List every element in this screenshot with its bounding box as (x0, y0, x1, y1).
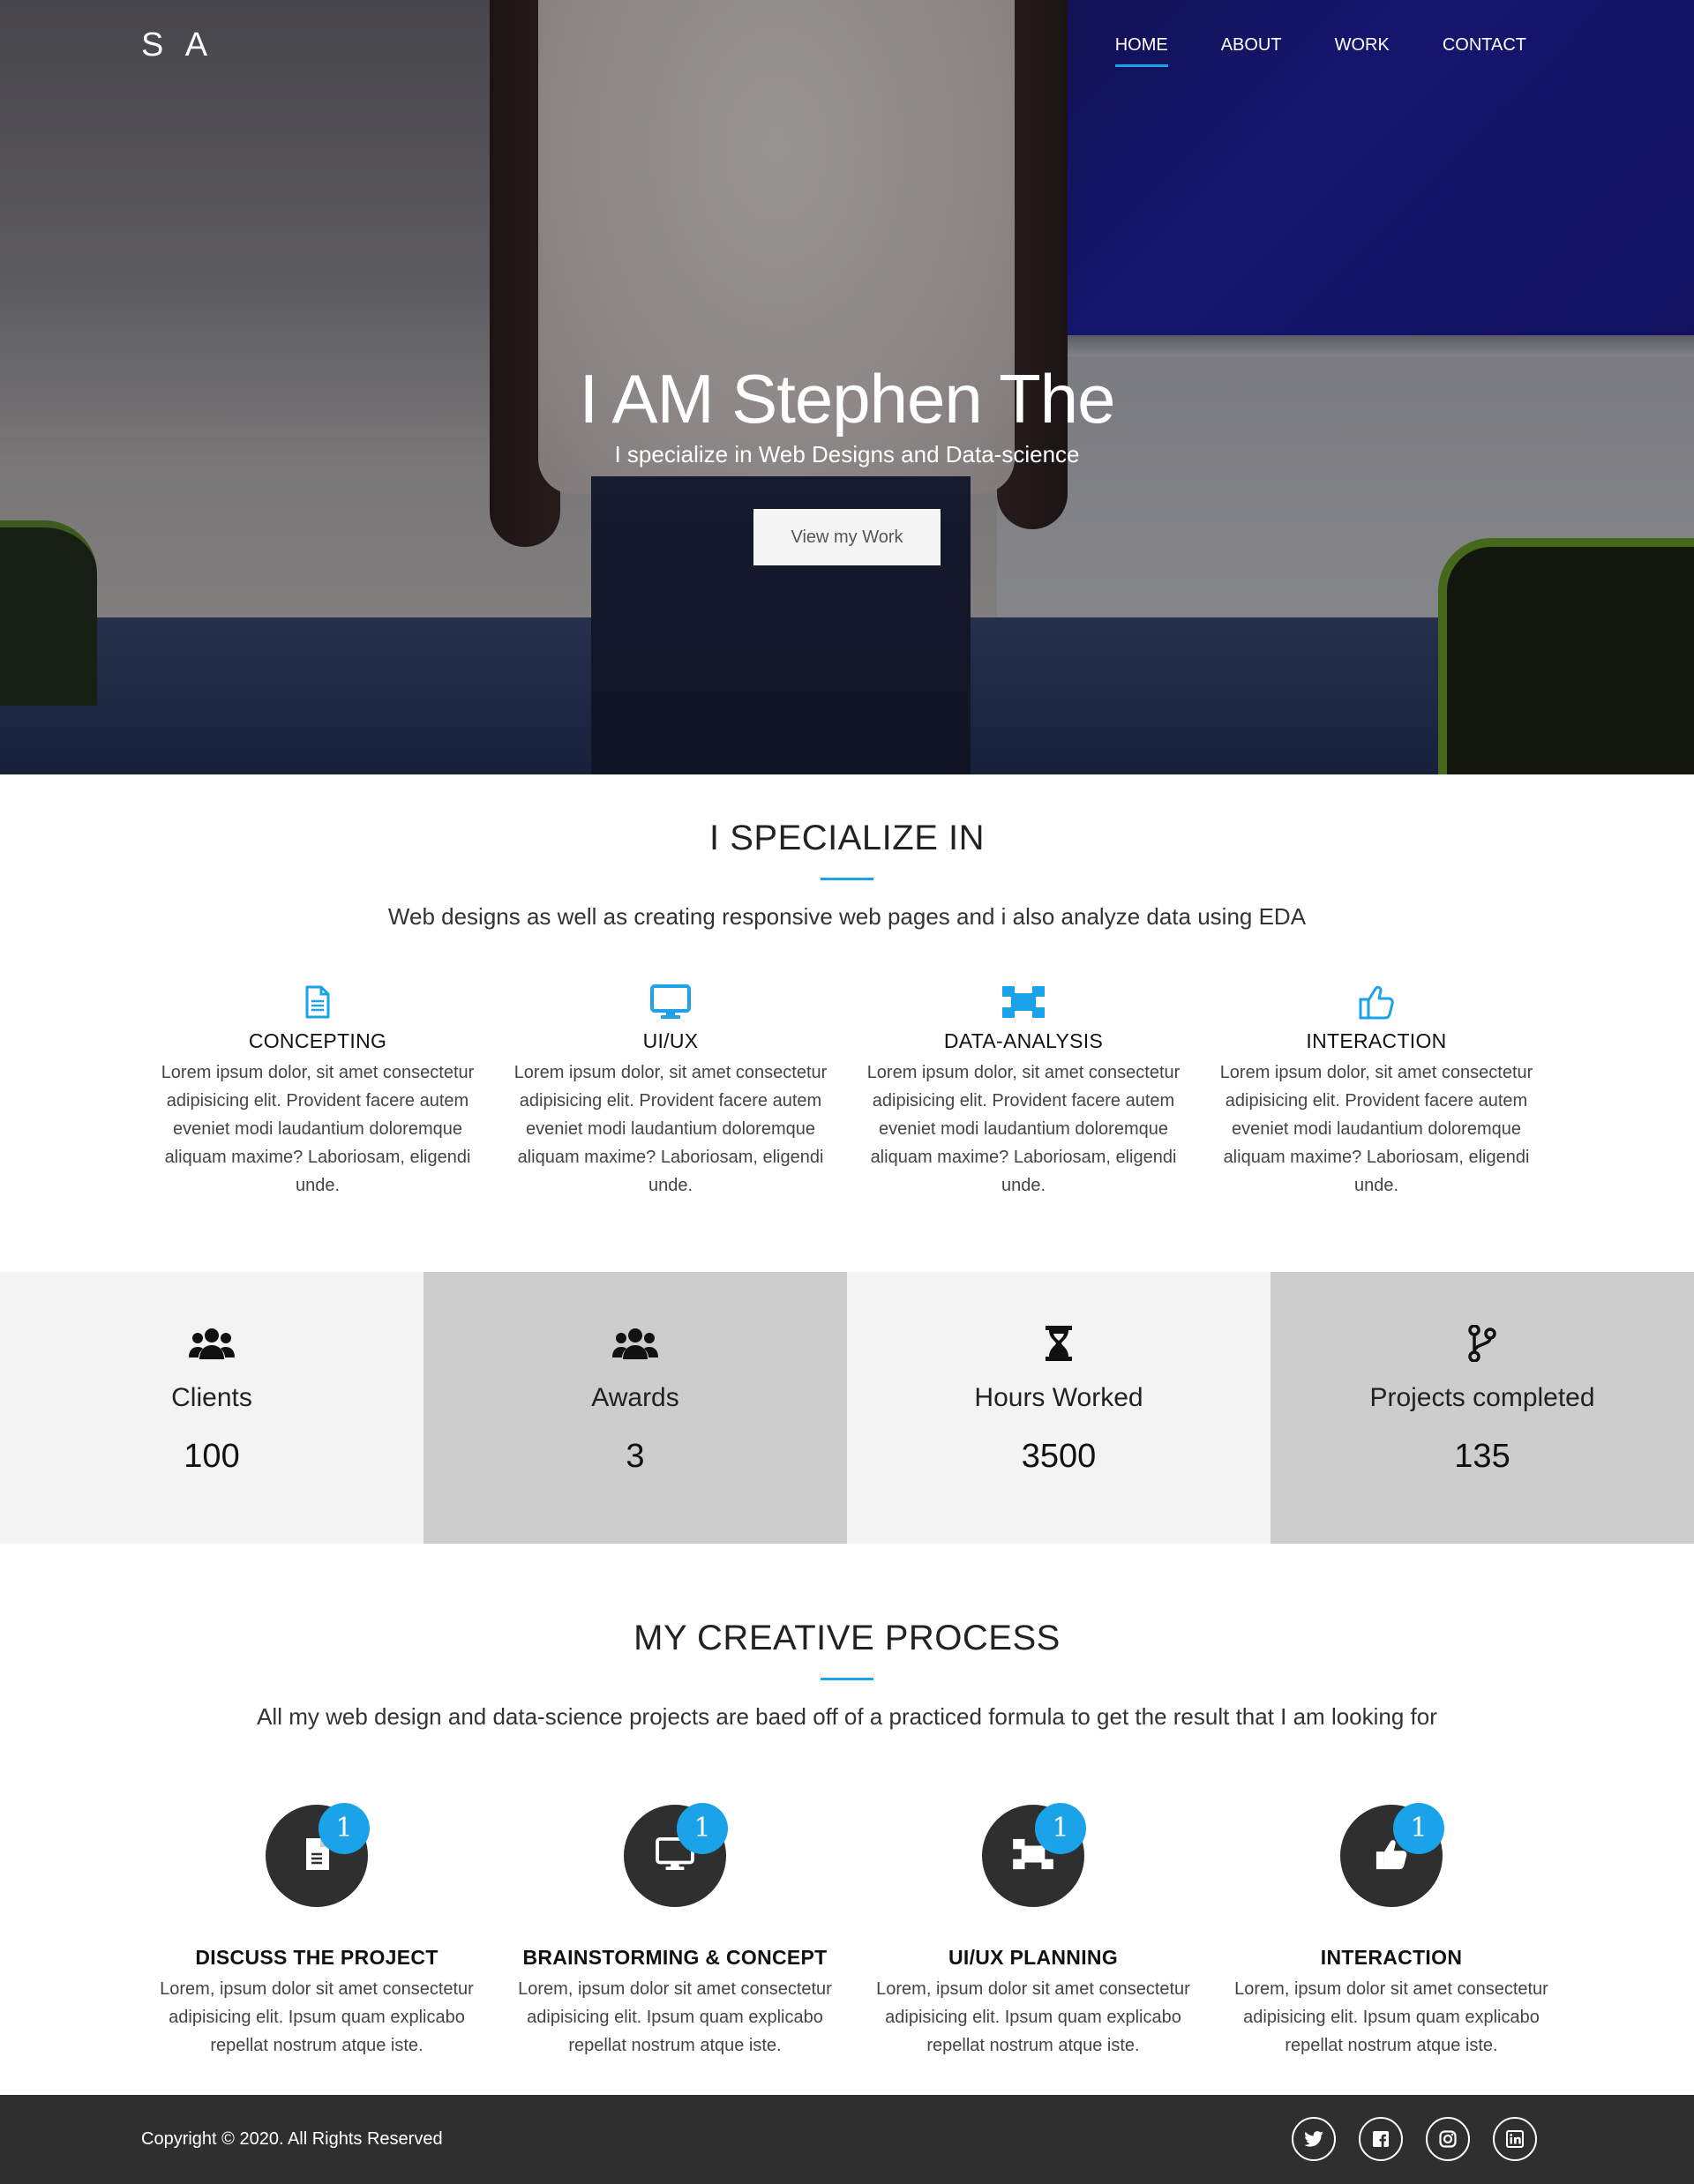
process-icon-circle: 1 (982, 1803, 1086, 1907)
step-badge: 1 (677, 1803, 728, 1854)
top-nav: S A HOME ABOUT WORK CONTACT (0, 0, 1694, 97)
stat-value: 135 (1454, 1438, 1510, 1475)
process-step-desc: Lorem, ipsum dolor sit amet consectetur … (160, 1979, 474, 2055)
title-divider (821, 1678, 873, 1680)
stat-awards: Awards 3 (424, 1272, 847, 1544)
section-title: I SPECIALIZE IN (708, 819, 986, 857)
stat-clients: Clients 100 (0, 1272, 424, 1544)
users-icon (0, 1323, 424, 1364)
section-subtitle: All my web design and data-science proje… (257, 1703, 1437, 1730)
specialize-item: DATA-ANALYSIS Lorem ipsum dolor, sit ame… (847, 982, 1200, 1200)
specialize-item-desc: Lorem ipsum dolor, sit amet consectetur … (1219, 1063, 1533, 1195)
specialize-grid: CONCEPTING Lorem ipsum dolor, sit amet c… (141, 982, 1553, 1200)
nav-item-about[interactable]: ABOUT (1221, 35, 1282, 67)
step-badge: 1 (1393, 1803, 1444, 1854)
process-icon-circle: 1 (266, 1803, 370, 1907)
process-step-desc: Lorem, ipsum dolor sit amet consectetur … (876, 1979, 1190, 2055)
specialize-item-desc: Lorem ipsum dolor, sit amet consectetur … (161, 1063, 475, 1195)
specialize-item-title: DATA-ANALYSIS (943, 1029, 1104, 1052)
file-icon (141, 982, 494, 1022)
process-step-desc: Lorem, ipsum dolor sit amet consectetur … (1234, 1979, 1548, 2055)
process-section: MY CREATIVE PROCESS All my web design an… (0, 1544, 1694, 2095)
social-links (1292, 2117, 1537, 2161)
specialize-item-title: INTERACTION (1306, 1029, 1447, 1052)
process-step: 1 DISCUSS THE PROJECT Lorem, ipsum dolor… (138, 1803, 496, 2060)
stat-label: Awards (591, 1383, 679, 1412)
step-badge: 1 (1035, 1803, 1086, 1854)
specialize-item-desc: Lorem ipsum dolor, sit amet consectetur … (513, 1063, 828, 1195)
specialize-item-title: UI/UX (642, 1029, 699, 1052)
monitor-icon (494, 982, 847, 1022)
linkedin-icon[interactable] (1493, 2117, 1537, 2161)
process-step-title: DISCUSS THE PROJECT (195, 1946, 438, 1969)
specialize-item-title: CONCEPTING (248, 1029, 387, 1052)
section-title: MY CREATIVE PROCESS (633, 1619, 1061, 1657)
stat-label: Clients (171, 1383, 252, 1412)
specialize-item: UI/UX Lorem ipsum dolor, sit amet consec… (494, 982, 847, 1200)
hero-subtitle: I specialize in Web Designs and Data-sci… (614, 440, 1080, 467)
code-branch-icon (1270, 1323, 1694, 1364)
specialize-item: INTERACTION Lorem ipsum dolor, sit amet … (1200, 982, 1553, 1200)
process-step-title: UI/UX PLANNING (948, 1946, 1119, 1969)
process-icon-circle: 1 (624, 1803, 728, 1907)
nav-item-contact[interactable]: CONTACT (1443, 35, 1526, 67)
stat-value: 100 (184, 1438, 240, 1475)
copyright-text: Copyright © 2020. All Rights Reserved (141, 2129, 443, 2149)
stat-label: Hours Worked (974, 1383, 1143, 1412)
stat-hours: Hours Worked 3500 (847, 1272, 1270, 1544)
users-icon (424, 1323, 847, 1364)
twitter-icon[interactable] (1292, 2117, 1336, 2161)
process-grid: 1 DISCUSS THE PROJECT Lorem, ipsum dolor… (138, 1803, 1570, 2060)
specialize-item: CONCEPTING Lorem ipsum dolor, sit amet c… (141, 982, 494, 1200)
section-subtitle: Web designs as well as creating responsi… (387, 903, 1307, 930)
logo[interactable]: S A (141, 26, 214, 64)
title-divider (821, 878, 873, 880)
hero-title: I AM Stephen The (579, 360, 1116, 438)
instagram-icon[interactable] (1426, 2117, 1470, 2161)
facebook-icon[interactable] (1359, 2117, 1403, 2161)
process-step: 1 INTERACTION Lorem, ipsum dolor sit ame… (1212, 1803, 1570, 2060)
stat-value: 3500 (1021, 1438, 1097, 1475)
stats-section: Clients 100 Awards 3 Hours Worked 3500 P… (0, 1272, 1694, 1544)
specialize-item-desc: Lorem ipsum dolor, sit amet consectetur … (866, 1063, 1181, 1195)
hero-content: I AM Stephen The I specialize in Web Des… (0, 360, 1694, 565)
thumbs-up-icon (1200, 982, 1553, 1022)
stat-value: 3 (626, 1438, 645, 1475)
stat-label: Projects completed (1369, 1383, 1595, 1412)
stat-projects: Projects completed 135 (1270, 1272, 1694, 1544)
process-step-desc: Lorem, ipsum dolor sit amet consectetur … (518, 1979, 832, 2055)
process-step-title: INTERACTION (1320, 1946, 1463, 1969)
process-icon-circle: 1 (1340, 1803, 1444, 1907)
process-step: 1 UI/UX PLANNING Lorem, ipsum dolor sit … (854, 1803, 1212, 2060)
specialize-section: I SPECIALIZE IN Web designs as well as c… (0, 774, 1694, 1272)
hourglass-icon (847, 1323, 1270, 1364)
process-step: 1 BRAINSTORMING & CONCEPT Lorem, ipsum d… (496, 1803, 854, 2060)
footer: Copyright © 2020. All Rights Reserved (0, 2095, 1694, 2184)
hero-section: S A HOME ABOUT WORK CONTACT I AM Stephen… (0, 0, 1694, 774)
nav-menu: HOME ABOUT WORK CONTACT (1114, 35, 1526, 67)
nav-item-work[interactable]: WORK (1335, 35, 1390, 67)
step-badge: 1 (319, 1803, 370, 1854)
view-work-button[interactable]: View my Work (753, 508, 941, 565)
process-step-title: BRAINSTORMING & CONCEPT (522, 1946, 828, 1969)
network-icon (847, 982, 1200, 1022)
nav-item-home[interactable]: HOME (1114, 35, 1168, 67)
